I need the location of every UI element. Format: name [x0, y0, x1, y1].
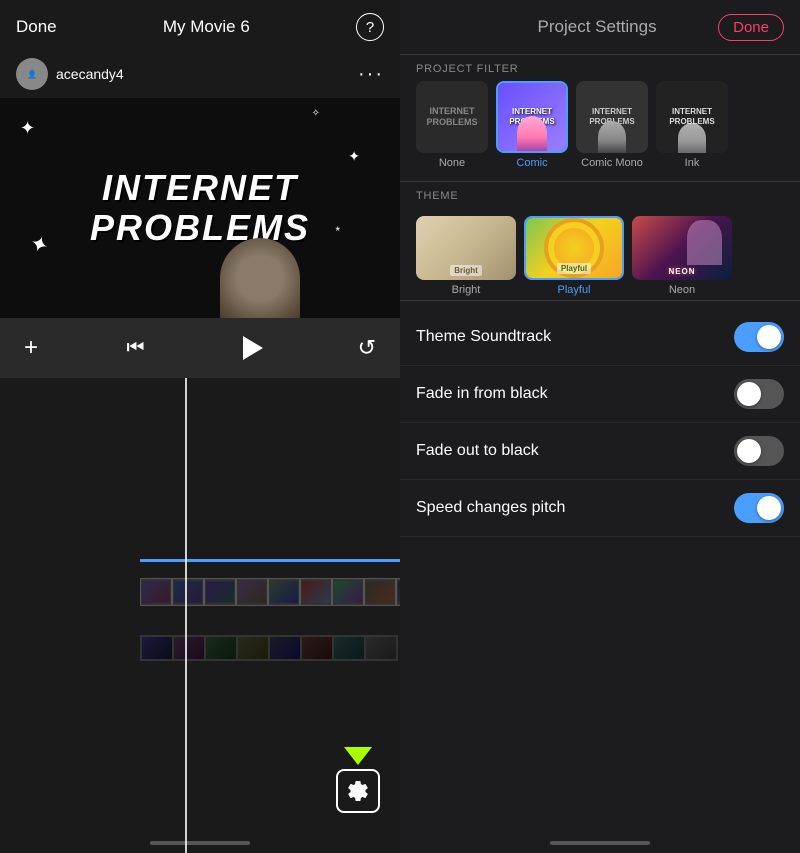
- filter-thumb-ink: INTERNETPROBLEMS: [656, 81, 728, 153]
- thumb-frame: [333, 636, 365, 660]
- thumb-frame: [141, 636, 173, 660]
- timeline-area[interactable]: [0, 378, 400, 853]
- toggle-row-fade-in: Fade in from black: [400, 366, 800, 423]
- filter-label-mono: Comic Mono: [581, 157, 643, 169]
- controls-bar: + ⏮ ↺: [0, 318, 400, 378]
- thumb-frame: [365, 636, 397, 660]
- play-button[interactable]: [233, 330, 269, 366]
- filter-item-comic-mono[interactable]: INTERNETPROBLEMS Comic Mono: [576, 81, 648, 169]
- film-frame: [140, 578, 172, 606]
- toggle-label-speed-pitch: Speed changes pitch: [416, 499, 565, 517]
- thumb-frame: [173, 636, 205, 660]
- rotate-button[interactable]: ↺: [358, 335, 376, 361]
- theme-item-bright[interactable]: Bright Bright: [416, 216, 516, 296]
- gear-icon: [346, 779, 370, 803]
- settings-button[interactable]: [336, 769, 380, 813]
- left-header: Done My Movie 6 ?: [0, 0, 400, 54]
- star-icon: ✦: [26, 230, 52, 261]
- user-info: 👤 acecandy4: [16, 58, 124, 90]
- fade-out-toggle[interactable]: [734, 436, 784, 466]
- thumb-frame: [269, 636, 301, 660]
- settings-area: [336, 747, 380, 813]
- right-footer: [400, 545, 800, 853]
- star-icon: *: [335, 224, 340, 238]
- down-arrow-icon: [344, 747, 372, 765]
- timeline-marker: [140, 559, 400, 562]
- toggle-rows: Theme Soundtrack Fade in from black Fade…: [400, 301, 800, 545]
- toggle-knob: [757, 325, 781, 349]
- user-row: 👤 acecandy4 ···: [0, 54, 400, 98]
- film-frame: [236, 578, 268, 606]
- thumb-frame: [237, 636, 269, 660]
- theme-neon-bg: NEON: [632, 216, 732, 280]
- theme-label-neon: Neon: [669, 284, 695, 296]
- toggle-label-fade-in: Fade in from black: [416, 385, 548, 403]
- playhead: [185, 378, 187, 853]
- theme-soundtrack-toggle[interactable]: [734, 322, 784, 352]
- home-indicator-right: [550, 841, 650, 845]
- film-frame: [268, 578, 300, 606]
- more-options-button[interactable]: ···: [358, 63, 384, 86]
- right-panel: Project Settings Done PROJECT FILTER INT…: [400, 0, 800, 853]
- thumb-frame: [205, 636, 237, 660]
- star-icon: ✦: [20, 118, 35, 139]
- settings-title: Project Settings: [538, 17, 657, 37]
- film-frame: [300, 578, 332, 606]
- filmstrip: [140, 578, 400, 606]
- thumbnail-strip: [140, 635, 398, 661]
- toggle-row-theme-soundtrack: Theme Soundtrack: [400, 309, 800, 366]
- star-icon: ✦: [348, 148, 360, 165]
- right-header: Project Settings Done: [400, 0, 800, 54]
- toggle-knob: [737, 439, 761, 463]
- video-preview: ✦ ✦ ✦ ✧ * INTERNET PROBLEMS: [0, 98, 400, 318]
- theme-label-bright: Bright: [452, 284, 481, 296]
- film-frame: [204, 578, 236, 606]
- left-panel: Done My Movie 6 ? 👤 acecandy4 ··· ✦ ✦ ✦ …: [0, 0, 400, 853]
- filter-section-label: PROJECT FILTER: [400, 55, 800, 81]
- toggle-knob: [757, 496, 781, 520]
- home-indicator: [150, 841, 250, 845]
- filter-item-none[interactable]: INTERNETPROBLEMS None: [416, 81, 488, 169]
- person-thumbnail: [220, 238, 300, 318]
- film-frame: [332, 578, 364, 606]
- theme-playful-bg: Playful: [526, 218, 622, 278]
- filter-label-comic: Comic: [516, 157, 547, 169]
- filter-thumb-none: INTERNETPROBLEMS: [416, 81, 488, 153]
- theme-item-playful[interactable]: Playful Playful: [524, 216, 624, 296]
- add-media-button[interactable]: +: [24, 334, 38, 362]
- username-label: acecandy4: [56, 66, 124, 82]
- film-frame: [364, 578, 396, 606]
- filter-label-none: None: [439, 157, 465, 169]
- thumb-frame: [301, 636, 333, 660]
- done-button-left[interactable]: Done: [16, 17, 57, 37]
- filter-item-comic[interactable]: INTERNETPROBLEMS Comic: [496, 81, 568, 169]
- theme-section-label: THEME: [400, 182, 800, 208]
- theme-scroll: Bright Bright Playful Playful: [400, 208, 800, 300]
- toggle-label-theme-soundtrack: Theme Soundtrack: [416, 328, 551, 346]
- play-icon: [243, 336, 263, 360]
- toggle-row-fade-out: Fade out to black: [400, 423, 800, 480]
- theme-item-neon[interactable]: NEON Neon: [632, 216, 732, 296]
- theme-label-playful: Playful: [557, 284, 590, 296]
- skip-back-button[interactable]: ⏮: [127, 337, 145, 360]
- video-title-text: INTERNET PROBLEMS: [90, 168, 310, 247]
- film-frame: [172, 578, 204, 606]
- help-button[interactable]: ?: [356, 13, 384, 41]
- project-title: My Movie 6: [163, 17, 250, 37]
- filter-thumb-comic: INTERNETPROBLEMS: [498, 83, 566, 151]
- speed-pitch-toggle[interactable]: [734, 493, 784, 523]
- toggle-label-fade-out: Fade out to black: [416, 442, 539, 460]
- filter-scroll: INTERNETPROBLEMS None INTERNETPROBLEMS C…: [400, 81, 800, 181]
- avatar: 👤: [16, 58, 48, 90]
- toggle-knob: [737, 382, 761, 406]
- star-icon: ✧: [312, 108, 320, 119]
- theme-bright-bg: Bright: [416, 216, 516, 280]
- filter-thumb-mono: INTERNETPROBLEMS: [576, 81, 648, 153]
- filter-label-ink: Ink: [685, 157, 700, 169]
- toggle-row-speed-pitch: Speed changes pitch: [400, 480, 800, 537]
- done-button-right[interactable]: Done: [718, 14, 784, 41]
- filter-item-ink[interactable]: INTERNETPROBLEMS Ink: [656, 81, 728, 169]
- fade-in-toggle[interactable]: [734, 379, 784, 409]
- video-title-line1: INTERNET: [90, 168, 310, 208]
